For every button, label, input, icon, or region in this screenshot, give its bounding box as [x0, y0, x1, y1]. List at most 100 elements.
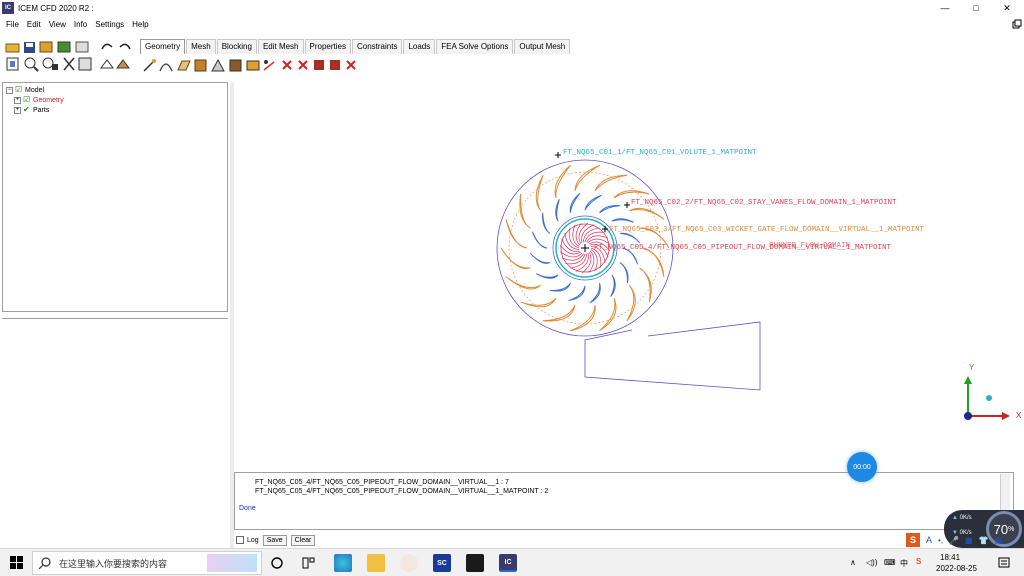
log-checkbox[interactable] [236, 536, 244, 544]
stay-vane [626, 284, 636, 322]
recording-timer[interactable]: 00:00 [847, 452, 877, 482]
tree-node-geometry[interactable]: + ☑ Geometry [14, 96, 64, 104]
zoom-box-icon[interactable] [42, 57, 58, 70]
tree-label-geometry: Geometry [33, 96, 64, 104]
save-button[interactable]: Save [262, 534, 287, 546]
create-surface-icon[interactable] [177, 60, 191, 71]
tab-output-mesh[interactable]: Output Mesh [514, 39, 571, 54]
wireframe-icon[interactable] [100, 59, 114, 69]
shaded-icon[interactable] [116, 59, 130, 69]
stay-vane [613, 190, 650, 199]
menu-edit[interactable]: Edit [27, 20, 41, 29]
tree-node-parts[interactable]: + ✔ Parts [14, 106, 49, 114]
notification-icon[interactable] [998, 557, 1010, 569]
geometry-transform-icon[interactable] [246, 60, 260, 71]
fit-window-icon[interactable] [6, 57, 19, 71]
taskbar-search[interactable]: 在这里输入你要搜索的内容 [32, 551, 262, 575]
ime-mode-icon[interactable]: 中 [900, 558, 908, 569]
edge-browser-icon[interactable] [334, 554, 352, 572]
punctuation-icon[interactable]: •, [938, 536, 943, 545]
zoom-icon[interactable] [24, 57, 39, 72]
tab-geometry[interactable]: Geometry [140, 39, 186, 54]
skin-icon[interactable]: 👕 [979, 536, 989, 545]
toolbox-icon[interactable]: ▤ [995, 536, 1003, 545]
create-point-icon[interactable] [143, 59, 156, 72]
sogou-logo-icon[interactable]: S [906, 533, 920, 547]
wicket-gate [569, 192, 581, 213]
open-folder-icon[interactable] [5, 43, 20, 53]
sogou-icon[interactable]: S [916, 557, 921, 566]
expand-toggle[interactable]: − [6, 86, 13, 94]
checkbox-icon[interactable]: ✔ [23, 106, 31, 114]
runner-blade [560, 251, 583, 258]
tab-loads[interactable]: Loads [403, 39, 436, 54]
file-explorer-icon[interactable] [367, 554, 385, 572]
create-body-icon[interactable] [194, 59, 207, 72]
expand-toggle[interactable]: + [14, 96, 21, 104]
windows-start-icon[interactable] [10, 556, 24, 570]
delete-point-icon[interactable] [282, 60, 292, 70]
terminal-icon[interactable] [466, 554, 484, 572]
keyboard-icon[interactable]: ⌨ [884, 558, 896, 567]
faceted-icon[interactable] [211, 58, 225, 72]
menu-file[interactable]: File [6, 20, 19, 29]
wicket-gate [619, 262, 629, 284]
tree-label-parts: Parts [33, 106, 50, 114]
graphics-viewport[interactable]: FT_NQ65_C01_1/FT_NQ65_C01_VOLUTE_1_MATPO… [234, 82, 1024, 470]
open-project-icon[interactable] [39, 41, 53, 53]
delete-body-icon[interactable] [329, 60, 341, 70]
expand-toggle[interactable]: + [14, 106, 21, 114]
ime-language[interactable]: A [926, 535, 932, 545]
repair-geometry-icon[interactable] [229, 59, 242, 72]
menu-help[interactable]: Help [132, 20, 148, 29]
tab-properties[interactable]: Properties [304, 39, 351, 54]
volume-icon[interactable]: ◁)) [866, 558, 877, 567]
maximize-button[interactable]: □ [961, 0, 991, 16]
close-button[interactable]: ✕ [992, 0, 1022, 16]
geometry-view[interactable]: FT_NQ65_C01_1/FT_NQ65_C01_VOLUTE_1_MATPO… [234, 82, 1024, 470]
save-project-icon[interactable] [57, 41, 71, 53]
restore-panel-icon[interactable] [1012, 19, 1022, 29]
wicket-gate [620, 232, 641, 244]
clear-button[interactable]: Clear [290, 534, 316, 546]
keyboard-mode-icon[interactable]: ▦ [965, 536, 973, 545]
message-console[interactable]: FT_NQ65_C05_4/FT_NQ65_C05_PIPEOUT_FLOW_D… [234, 472, 1014, 530]
clock-time[interactable]: 18:41 [940, 553, 960, 562]
task-view-icon[interactable] [270, 556, 284, 570]
app-icon: IC [2, 2, 14, 14]
avatar-app-icon[interactable] [400, 554, 418, 572]
menu-settings[interactable]: Settings [95, 20, 124, 29]
delete-any-entity-icon[interactable] [346, 60, 356, 70]
close-project-icon[interactable] [75, 41, 89, 53]
delete-curve-icon[interactable] [298, 60, 308, 70]
create-curve-icon[interactable] [159, 63, 173, 72]
tree-node-model[interactable]: − ☑ Model [6, 86, 44, 94]
tab-edit-mesh[interactable]: Edit Mesh [257, 39, 304, 54]
save-icon[interactable] [24, 42, 35, 53]
tab-constraints[interactable]: Constraints [351, 39, 403, 54]
clock-date[interactable]: 2022-08-25 [936, 564, 977, 573]
wicket-gate [531, 231, 548, 249]
tab-fea-solve-options[interactable]: FEA Solve Options [436, 39, 514, 54]
minimize-button[interactable]: — [930, 0, 960, 16]
undo-icon[interactable] [101, 43, 113, 50]
redo-icon[interactable] [119, 43, 131, 50]
widgets-icon[interactable] [302, 556, 316, 570]
tray-overflow-icon[interactable]: ∧ [850, 558, 856, 567]
delete-surface-icon[interactable] [313, 60, 325, 70]
measure-icon[interactable] [63, 57, 75, 71]
checkbox-icon[interactable]: ☑ [15, 86, 23, 94]
runner-blade [575, 223, 582, 246]
tab-mesh[interactable]: Mesh [186, 39, 216, 54]
checkbox-icon[interactable]: ☑ [23, 96, 31, 104]
menu-info[interactable]: Info [74, 20, 87, 29]
menu-view[interactable]: View [49, 20, 66, 29]
stay-vane [574, 164, 600, 192]
sc-app-icon[interactable]: SC [433, 554, 451, 572]
restore-entities-icon[interactable] [263, 60, 275, 71]
refresh-icon[interactable] [78, 57, 92, 71]
wicket-gate [589, 282, 601, 304]
tab-blocking[interactable]: Blocking [216, 39, 257, 54]
icem-taskbar-icon[interactable]: IC [499, 554, 517, 572]
mic-icon[interactable]: 🎤 [949, 536, 959, 545]
